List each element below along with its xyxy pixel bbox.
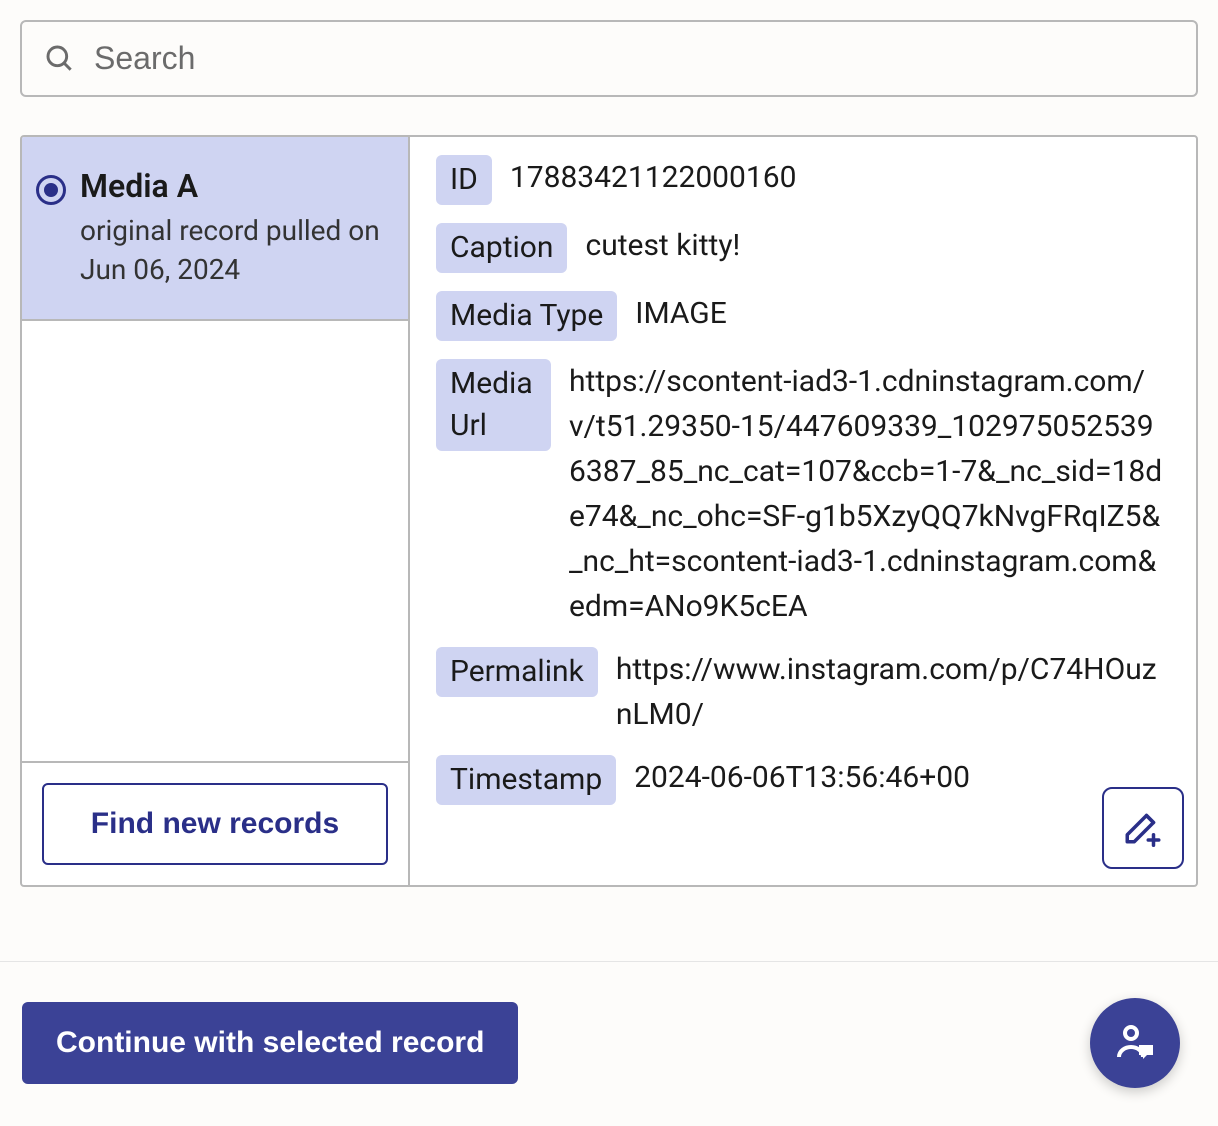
search-bar[interactable] <box>20 20 1198 97</box>
record-item[interactable]: Media A original record pulled on Jun 06… <box>22 137 408 321</box>
field-row: Caption cutest kitty! <box>436 223 1170 273</box>
field-label: ID <box>436 155 492 205</box>
record-subtitle: original record pulled on Jun 06, 2024 <box>80 211 390 289</box>
find-new-records-button[interactable]: Find new records <box>42 783 388 865</box>
field-label: Timestamp <box>436 755 616 805</box>
edit-button[interactable] <box>1102 787 1184 869</box>
search-input[interactable] <box>94 40 1174 77</box>
record-details: ID 17883421122000160 Caption cutest kitt… <box>410 137 1196 885</box>
find-records-wrap: Find new records <box>22 763 408 885</box>
field-value: 2024-06-06T13:56:46+00 <box>634 755 970 800</box>
main-panel: Media A original record pulled on Jun 06… <box>20 135 1198 887</box>
chat-person-icon <box>1111 1017 1159 1069</box>
bottom-bar: Continue with selected record <box>0 961 1218 1126</box>
field-value: IMAGE <box>635 291 727 336</box>
records-list: Media A original record pulled on Jun 06… <box>22 137 410 885</box>
field-label: Media Type <box>436 291 617 341</box>
record-text: Media A original record pulled on Jun 06… <box>80 167 390 289</box>
continue-button[interactable]: Continue with selected record <box>22 1002 518 1084</box>
field-row: Permalink https://www.instagram.com/p/C7… <box>436 647 1170 737</box>
field-value: https://scontent-iad3-1.cdninstagram.com… <box>569 359 1170 629</box>
edit-plus-icon <box>1122 805 1164 851</box>
field-label: Caption <box>436 223 567 273</box>
field-value: 17883421122000160 <box>510 155 797 200</box>
search-icon <box>44 43 76 75</box>
chat-fab[interactable] <box>1090 998 1180 1088</box>
field-label: Media Url <box>436 359 551 451</box>
field-label: Permalink <box>436 647 598 697</box>
field-row: Timestamp 2024-06-06T13:56:46+00 <box>436 755 1170 805</box>
field-value: cutest kitty! <box>585 223 740 268</box>
field-value: https://www.instagram.com/p/C74HOuznLM0/ <box>616 647 1170 737</box>
record-title: Media A <box>80 167 390 205</box>
field-row: Media Url https://scontent-iad3-1.cdnins… <box>436 359 1170 629</box>
radio-selected-icon[interactable] <box>36 175 66 205</box>
records-spacer <box>22 321 408 763</box>
field-row: ID 17883421122000160 <box>436 155 1170 205</box>
field-row: Media Type IMAGE <box>436 291 1170 341</box>
